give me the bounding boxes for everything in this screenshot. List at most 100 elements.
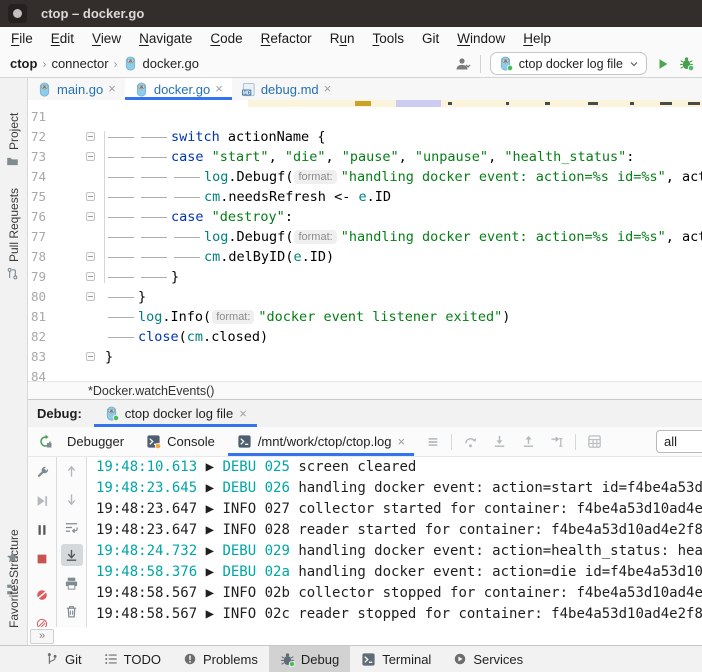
menu-item-file[interactable]: File xyxy=(2,29,42,48)
log-arrow: ▶ xyxy=(197,459,222,475)
menu-item-code[interactable]: Code xyxy=(201,29,251,48)
token-pl: ( xyxy=(285,169,293,185)
folder-icon[interactable] xyxy=(6,155,19,168)
debug-tab--mnt-work-ctop-ctop-log[interactable]: /mnt/work/ctop/ctop.log× xyxy=(226,427,416,456)
code-line: 80} xyxy=(28,287,702,307)
run-button[interactable] xyxy=(656,57,670,71)
stop-icon[interactable] xyxy=(31,548,53,570)
debug-label: Debug: xyxy=(37,406,82,421)
run-to-cursor-icon[interactable] xyxy=(546,431,568,453)
log-message: handling docker event: action=die id=f4b… xyxy=(290,564,702,580)
debug-tab-console[interactable]: Console xyxy=(135,427,226,456)
menu-item-navigate[interactable]: Navigate xyxy=(130,29,201,48)
debug-tab-debugger[interactable]: Debugger xyxy=(56,427,135,456)
more-tool-windows-button[interactable]: » xyxy=(30,629,54,644)
mute-bp-icon[interactable] xyxy=(31,584,53,606)
menu-item-git[interactable]: Git xyxy=(413,29,448,48)
wrench-icon[interactable] xyxy=(31,461,53,483)
code-editor[interactable]: 7172switch actionName {73case "start", "… xyxy=(28,100,702,381)
pause-icon[interactable] xyxy=(31,519,53,541)
menu-item-view[interactable]: View xyxy=(83,29,130,48)
close-icon[interactable]: × xyxy=(324,84,332,94)
statusbar-item-terminal[interactable]: Terminal xyxy=(350,646,442,672)
hamburger-icon[interactable] xyxy=(422,431,444,453)
run-configuration-combo[interactable]: ctop docker log file xyxy=(490,52,647,75)
step-over-icon[interactable] xyxy=(459,431,481,453)
tab-whitespace xyxy=(105,217,138,218)
log-timestamp: 19:48:23.647 xyxy=(96,522,197,538)
token-pkg: cm xyxy=(204,249,220,265)
go-run-icon xyxy=(104,406,119,421)
evaluate-icon[interactable] xyxy=(583,431,605,453)
statusbar-item-debug[interactable]: Debug xyxy=(269,646,350,672)
step-out-icon[interactable] xyxy=(517,431,539,453)
breadcrumb-item-connector[interactable]: connector xyxy=(51,56,108,71)
log-timestamp: 19:48:10.613 xyxy=(96,459,197,475)
log-row: 19:48:10.613 ▶ DEBU 025 screen cleared xyxy=(87,457,702,478)
editor-tab-docker-go[interactable]: docker.go× xyxy=(125,78,232,100)
stripe-label-pull-requests[interactable]: Pull Requests xyxy=(7,188,21,262)
close-icon[interactable]: × xyxy=(397,437,405,447)
arrow-down-icon[interactable] xyxy=(61,488,83,510)
rerun-icon[interactable] xyxy=(34,434,56,449)
statusbar-item-services[interactable]: Services xyxy=(442,646,534,672)
editor-tab-main-go[interactable]: main.go× xyxy=(28,78,125,100)
fold-marker[interactable] xyxy=(86,132,95,141)
statusbar-item-git[interactable]: Git xyxy=(34,646,93,672)
breadcrumb-item-docker-go[interactable]: docker.go xyxy=(143,56,199,71)
printer-icon[interactable] xyxy=(61,572,83,594)
log-output-pane[interactable]: 19:48:10.613 ▶ DEBU 025 screen cleared19… xyxy=(87,457,702,627)
vcs-user-button[interactable] xyxy=(455,56,471,72)
menu-item-run[interactable]: Run xyxy=(321,29,364,48)
method-breadcrumb[interactable]: *Docker.watchEvents() xyxy=(88,384,214,398)
menu-item-window[interactable]: Window xyxy=(448,29,514,48)
tab-whitespace xyxy=(171,177,204,178)
menu-item-help[interactable]: Help xyxy=(514,29,560,48)
fold-marker[interactable] xyxy=(86,212,95,221)
window-title: ctop – docker.go xyxy=(41,6,144,21)
token-str: "start" xyxy=(212,149,269,165)
debug-button[interactable] xyxy=(679,56,694,71)
close-icon[interactable]: × xyxy=(239,409,247,419)
tab-whitespace xyxy=(138,217,171,218)
token-pl: . xyxy=(203,329,211,345)
breadcrumb-item-ctop[interactable]: ctop xyxy=(10,56,37,71)
menu-item-edit[interactable]: Edit xyxy=(42,29,83,48)
editor-tab-debug-md[interactable]: MDdebug.md× xyxy=(232,78,340,100)
fold-marker[interactable] xyxy=(86,192,95,201)
token-fn: delByID xyxy=(228,249,285,265)
resume-icon[interactable] xyxy=(31,490,53,512)
step-into-icon[interactable] xyxy=(488,431,510,453)
star-icon[interactable] xyxy=(6,551,19,564)
pr-icon[interactable] xyxy=(6,267,19,280)
menu-item-tools[interactable]: Tools xyxy=(363,29,413,48)
log-filter-combo[interactable]: all xyxy=(656,430,702,453)
token-pkg: e xyxy=(358,189,366,205)
token-str: "unpause" xyxy=(415,149,488,165)
close-icon[interactable]: × xyxy=(215,84,223,94)
token-pl: } xyxy=(171,269,179,285)
close-icon[interactable]: × xyxy=(108,84,116,94)
statusbar-item-problems[interactable]: Problems xyxy=(172,646,269,672)
trash-icon[interactable] xyxy=(61,600,83,622)
token-pl: , actionName, e.ID) xyxy=(666,229,702,245)
fold-marker[interactable] xyxy=(86,292,95,301)
statusbar-item-todo[interactable]: TODO xyxy=(93,646,172,672)
problems-icon xyxy=(183,652,197,666)
token-pkg: cm xyxy=(204,189,220,205)
soft-wrap-icon[interactable] xyxy=(61,516,83,538)
debug-session-tab[interactable]: ctop docker log file × xyxy=(94,400,257,427)
menu-item-refactor[interactable]: Refactor xyxy=(252,29,321,48)
scroll-end-icon[interactable] xyxy=(61,544,83,566)
stripe-label-project[interactable]: Project xyxy=(7,113,21,150)
log-message: reader started for container: f4be4a53d1… xyxy=(290,522,702,538)
log-level: INFO 027 xyxy=(222,501,289,517)
fold-marker[interactable] xyxy=(86,252,95,261)
fold-marker[interactable] xyxy=(86,152,95,161)
fold-marker[interactable] xyxy=(86,352,95,361)
arrow-up-icon[interactable] xyxy=(61,460,83,482)
token-fn: Info xyxy=(171,309,204,325)
window-menu-button[interactable] xyxy=(8,4,27,23)
stripe-label-favorites[interactable]: Favorites xyxy=(7,579,21,628)
fold-marker[interactable] xyxy=(86,272,95,281)
